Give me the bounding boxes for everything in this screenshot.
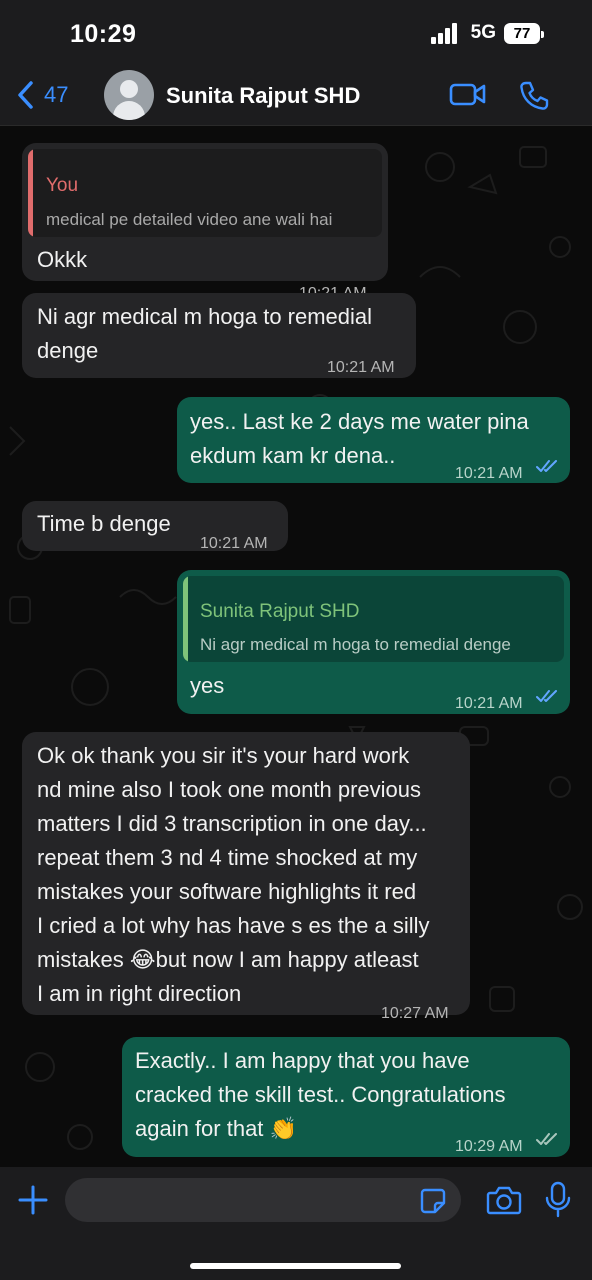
message-text: Exactly.. I am happy that you have	[135, 1048, 470, 1073]
battery-icon: 77	[504, 22, 544, 44]
avatar[interactable]	[104, 70, 154, 120]
message-text: I cried a lot why has have s es the a si…	[37, 913, 430, 938]
chevron-left-icon	[18, 81, 33, 109]
message-incoming[interactable]: Ok ok thank you sir it's your hard work …	[22, 732, 470, 1022]
message-text: Ok ok thank you sir it's your hard work	[37, 743, 410, 768]
status-indicators: 5G 77	[430, 22, 544, 44]
microphone-icon[interactable]	[545, 1181, 571, 1219]
message-time: 10:21 AM	[455, 695, 523, 712]
message-text: matters I did 3 transcription in one day…	[37, 811, 427, 836]
quote-text: medical pe detailed video ane wali hai	[46, 210, 333, 229]
message-text: Time b denge	[37, 511, 171, 536]
quote-author: Sunita Rajput SHD	[200, 601, 360, 622]
contact-name[interactable]: Sunita Rajput SHD	[166, 83, 360, 109]
message-text: repeat them 3 nd 4 time shocked at my	[37, 845, 418, 870]
quote-author: You	[46, 175, 79, 196]
sticker-icon[interactable]	[419, 1187, 447, 1215]
message-time: 10:21 AM	[327, 359, 395, 376]
message-outgoing[interactable]: yes.. Last ke 2 days me water pina ekdum…	[177, 397, 570, 483]
message-time: 10:21 AM	[455, 465, 523, 482]
chat-area[interactable]: You medical pe detailed video ane wali h…	[0, 127, 592, 1167]
message-text: mistakes your software highlights it red	[37, 879, 417, 904]
plus-icon[interactable]	[17, 1184, 49, 1216]
message-text: denge	[37, 338, 99, 363]
video-call-icon[interactable]	[449, 80, 487, 108]
status-time: 10:29	[70, 20, 137, 48]
quote-bar	[183, 576, 188, 662]
quoted-reply[interactable]: Sunita Rajput SHD Ni agr medical m hoga …	[183, 576, 564, 662]
quote-text: Ni agr medical m hoga to remedial denge	[200, 635, 511, 654]
message-text: ekdum kam kr dena..	[190, 443, 396, 468]
network-type: 5G	[470, 22, 496, 43]
message-input[interactable]	[65, 1178, 461, 1222]
read-receipt-icon	[536, 460, 557, 472]
message-text: mistakes 😂but now I am happy atleast	[37, 947, 419, 972]
message-time: 10:27 AM	[381, 1005, 449, 1022]
phone-icon[interactable]	[518, 80, 550, 112]
message-incoming[interactable]: Time b denge 10:21 AM	[22, 501, 288, 552]
home-indicator[interactable]	[190, 1263, 401, 1269]
back-button[interactable]: 47	[16, 80, 68, 110]
unread-count: 47	[44, 82, 69, 107]
message-text: Okkk	[37, 247, 88, 272]
message-incoming[interactable]: You medical pe detailed video ane wali h…	[22, 143, 388, 302]
quote-bar	[28, 149, 33, 237]
signal-icon	[430, 22, 463, 44]
quoted-reply[interactable]: You medical pe detailed video ane wali h…	[28, 149, 382, 237]
message-outgoing[interactable]: Sunita Rajput SHD Ni agr medical m hoga …	[177, 570, 570, 714]
message-time: 10:29 AM	[455, 1138, 523, 1155]
read-receipt-icon	[536, 690, 557, 702]
message-incoming[interactable]: Ni agr medical m hoga to remedial denge …	[22, 293, 416, 378]
message-text: nd mine also I took one month previous	[37, 777, 422, 802]
delivered-receipt-icon	[536, 1133, 557, 1145]
message-text: cracked the skill test.. Congratulations	[135, 1082, 506, 1107]
composer-bar	[0, 1167, 592, 1280]
message-text: again for that 👏	[135, 1116, 297, 1141]
status-bar: 10:29 5G 77	[0, 0, 592, 66]
camera-icon[interactable]	[486, 1185, 522, 1215]
message-text: yes.. Last ke 2 days me water pina	[190, 409, 529, 434]
message-text: yes	[190, 673, 225, 698]
message-outgoing[interactable]: Exactly.. I am happy that you have crack…	[122, 1037, 570, 1157]
message-text: I am in right direction	[37, 981, 242, 1006]
message-text: Ni agr medical m hoga to remedial	[37, 304, 373, 329]
message-time: 10:21 AM	[200, 535, 268, 552]
chat-header: 47 Sunita Rajput SHD	[0, 66, 592, 126]
battery-level: 77	[513, 24, 531, 42]
